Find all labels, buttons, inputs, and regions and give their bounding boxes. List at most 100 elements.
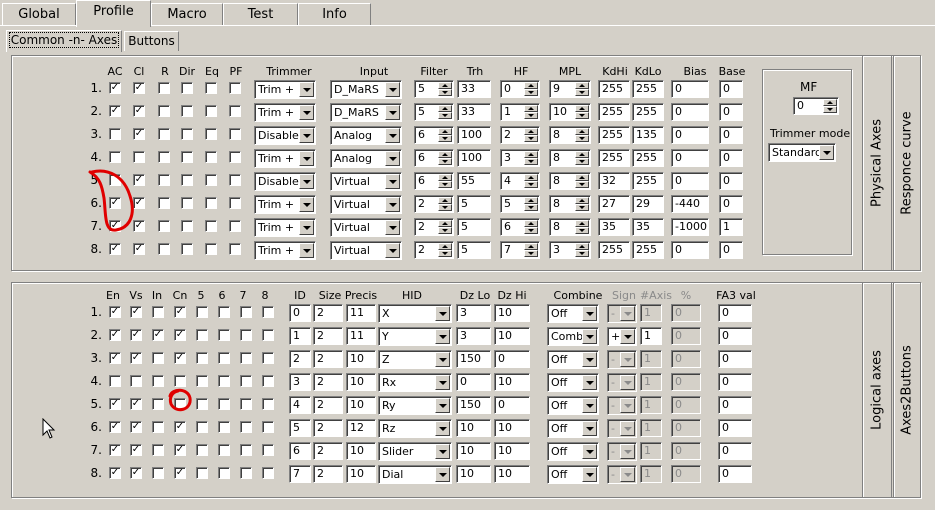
checkbox-cl[interactable]: ✓ (133, 220, 145, 232)
checkbox-5[interactable] (196, 306, 208, 318)
id-field[interactable]: 2 (289, 350, 311, 368)
chevron-down-icon[interactable] (435, 352, 450, 367)
trimmer-select[interactable]: Trim + (254, 241, 316, 260)
mpl-spinner[interactable]: 8 (549, 172, 591, 190)
kdlo-field[interactable]: 255 (632, 149, 664, 167)
subtab-buttons[interactable]: Buttons (124, 31, 179, 51)
bias-field[interactable]: 0 (671, 172, 709, 190)
spin-up-icon[interactable] (575, 128, 589, 135)
precis-field[interactable]: 11 (346, 327, 376, 345)
checkbox-pf[interactable] (229, 243, 241, 255)
checkbox-5[interactable] (196, 467, 208, 479)
checkbox-eq[interactable] (205, 82, 217, 94)
sign-select[interactable]: - (607, 304, 637, 323)
checkbox-7[interactable] (240, 467, 252, 479)
base-field[interactable]: 0 (719, 80, 743, 98)
trimmer-select[interactable]: Trim + (254, 149, 316, 168)
checkbox-pf[interactable] (229, 174, 241, 186)
checkbox-6[interactable] (218, 398, 230, 410)
precis-field[interactable]: 12 (346, 419, 376, 437)
checkbox-en[interactable]: ✓ (109, 306, 121, 318)
checkbox-in[interactable] (152, 398, 164, 410)
spin-down-icon[interactable] (438, 181, 452, 188)
input-select[interactable]: Virtual (330, 195, 402, 214)
checkbox-vs[interactable]: ✓ (130, 352, 142, 364)
sign-select[interactable]: - (607, 350, 637, 369)
checkbox-in[interactable] (152, 375, 164, 387)
hf-spinner[interactable]: 1 (500, 103, 540, 121)
checkbox-cn[interactable]: ✓ (174, 444, 186, 456)
chevron-down-icon[interactable] (385, 220, 400, 235)
checkbox-vs[interactable]: ✓ (130, 398, 142, 410)
checkbox-vs[interactable]: ✓ (130, 444, 142, 456)
mpl-spinner[interactable]: 8 (549, 149, 591, 167)
chevron-down-icon[interactable] (435, 375, 450, 390)
base-field[interactable]: 0 (719, 126, 743, 144)
tab-axes2buttons[interactable]: Axes2Buttons (893, 282, 921, 498)
checkbox-5[interactable] (196, 421, 208, 433)
hid-usage-select[interactable]: Y (378, 327, 452, 346)
spin-down-icon[interactable] (438, 112, 452, 119)
checkbox-8[interactable] (262, 421, 274, 433)
checkbox-cl[interactable]: ✓ (133, 174, 145, 186)
checkbox-in[interactable] (152, 444, 164, 456)
chevron-down-icon[interactable] (299, 105, 314, 120)
kdhi-field[interactable]: 255 (598, 126, 630, 144)
fa3-field[interactable]: 0 (718, 396, 752, 414)
mpl-spinner[interactable]: 8 (549, 126, 591, 144)
axis-field[interactable]: 1 (640, 350, 662, 368)
checkbox-r[interactable] (158, 174, 170, 186)
spin-down-icon[interactable] (438, 135, 452, 142)
base-field[interactable]: 0 (719, 241, 743, 259)
fa3-field[interactable]: 0 (718, 373, 752, 391)
spin-up-icon[interactable] (524, 174, 538, 181)
chevron-down-icon[interactable] (435, 467, 450, 482)
checkbox-ac[interactable] (109, 151, 121, 163)
spin-up-icon[interactable] (524, 82, 538, 89)
spin-up-icon[interactable] (438, 243, 452, 250)
checkbox-vs[interactable]: ✓ (130, 306, 142, 318)
percent-field[interactable]: 0 (671, 327, 701, 345)
base-field[interactable]: 1 (719, 218, 743, 236)
dz-lo-field[interactable]: 10 (456, 442, 491, 460)
trimmer-select[interactable]: Trim + (254, 80, 316, 99)
dz-lo-field[interactable]: 10 (456, 419, 491, 437)
checkbox-en[interactable] (109, 375, 121, 387)
input-select[interactable]: Analog (330, 126, 402, 145)
chevron-down-icon[interactable] (582, 444, 597, 459)
precis-field[interactable]: 11 (346, 304, 376, 322)
checkbox-pf[interactable] (229, 220, 241, 232)
checkbox-6[interactable] (218, 467, 230, 479)
axis-field[interactable]: 1 (640, 419, 662, 437)
chevron-down-icon[interactable] (435, 329, 450, 344)
hf-spinner[interactable]: 4 (500, 172, 540, 190)
kdhi-field[interactable]: 255 (598, 80, 630, 98)
bias-field[interactable]: 0 (671, 126, 709, 144)
checkbox-8[interactable] (262, 329, 274, 341)
hid-usage-select[interactable]: Rz (378, 419, 452, 438)
chevron-down-icon[interactable] (435, 421, 450, 436)
chevron-down-icon[interactable] (582, 352, 597, 367)
id-field[interactable]: 0 (289, 304, 311, 322)
dz-hi-field[interactable]: 10 (494, 419, 530, 437)
checkbox-dir[interactable] (181, 82, 193, 94)
trimmer-select[interactable]: Trim + (254, 218, 316, 237)
combine-select[interactable]: Off (547, 373, 599, 392)
axis-field[interactable]: 1 (640, 373, 662, 391)
checkbox-dir[interactable] (181, 243, 193, 255)
bias-field[interactable]: 0 (671, 103, 709, 121)
percent-field[interactable]: 0 (671, 465, 701, 483)
dz-hi-field[interactable]: 0 (494, 350, 530, 368)
combine-select[interactable]: Off (547, 396, 599, 415)
sign-select[interactable]: + (607, 327, 637, 346)
checkbox-eq[interactable] (205, 220, 217, 232)
chevron-down-icon[interactable] (582, 421, 597, 436)
checkbox-ac[interactable]: ✓ (109, 197, 121, 209)
sign-select[interactable]: - (607, 419, 637, 438)
kdhi-field[interactable]: 27 (598, 195, 630, 213)
checkbox-in[interactable] (152, 352, 164, 364)
precis-field[interactable]: 10 (346, 350, 376, 368)
filter-spinner[interactable]: 6 (414, 172, 454, 190)
chevron-down-icon[interactable] (385, 243, 400, 258)
size-field[interactable]: 2 (313, 327, 343, 345)
